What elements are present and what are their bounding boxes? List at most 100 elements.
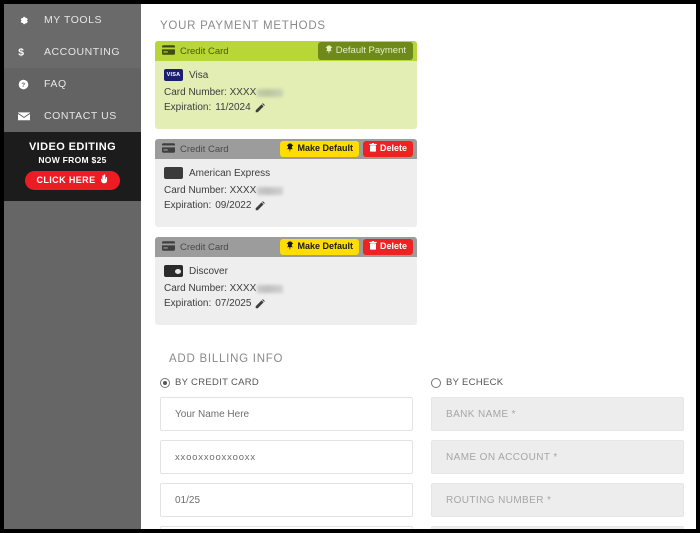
routing-number-input[interactable]: ROUTING NUMBER *	[431, 483, 684, 517]
card-number-row: Card Number: XXXX	[164, 281, 408, 296]
credit-card-icon	[162, 42, 175, 60]
sidebar-nav: MY TOOLS $ ACCOUNTING ? FAQ CONTACT US	[4, 4, 141, 132]
radio-echeck-label: BY ECHECK	[446, 377, 503, 388]
delete-label: Delete	[380, 144, 407, 153]
visa-logo-icon: VISA	[164, 69, 183, 81]
expiration-value: 07/2025	[215, 296, 251, 311]
promo-subtitle: NOW FROM $25	[10, 155, 135, 165]
sidebar-item-label: FAQ	[44, 78, 67, 90]
pin-icon	[325, 45, 333, 57]
default-payment-badge: Default Payment	[318, 42, 413, 61]
radio-credit-card-indicator	[160, 378, 170, 388]
echeck-column: BY ECHECK BANK NAME * NAME ON ACCOUNT * …	[431, 377, 684, 529]
expiration-label: Expiration:	[164, 296, 211, 311]
card-header-label: Credit Card	[180, 144, 280, 155]
radio-credit-card-label: BY CREDIT CARD	[175, 377, 259, 388]
radio-by-echeck[interactable]: BY ECHECK	[431, 377, 684, 388]
card-number-masked	[257, 187, 283, 195]
question-circle-icon: ?	[18, 79, 35, 90]
delete-button[interactable]: Delete	[363, 141, 413, 157]
make-default-button[interactable]: Make Default	[280, 239, 359, 255]
sidebar-item-accounting[interactable]: $ ACCOUNTING	[4, 36, 141, 68]
sidebar-item-label: MY TOOLS	[44, 14, 102, 26]
credit-card-icon	[162, 238, 175, 256]
expiration-value: 09/2022	[215, 198, 251, 213]
card-number-input[interactable]: xxooxxooxxooxx	[160, 440, 413, 474]
card-number-label: Card Number: XXXX	[164, 183, 256, 198]
expiration-label: Expiration:	[164, 198, 211, 213]
promo-click-here-button[interactable]: CLICK HERE	[25, 171, 119, 190]
sidebar-item-label: CONTACT US	[44, 110, 117, 122]
expiration-input[interactable]: 01/25	[160, 483, 413, 517]
hand-pointer-icon	[100, 174, 109, 186]
sidebar: MY TOOLS $ ACCOUNTING ? FAQ CONTACT US	[4, 4, 141, 529]
cvv-input[interactable]: 123	[160, 526, 413, 529]
make-default-button[interactable]: Make Default	[280, 141, 359, 157]
name-on-card-input[interactable]: Your Name Here	[160, 397, 413, 431]
card-header: Credit Card Make Default Delete	[155, 139, 417, 159]
edit-icon[interactable]	[255, 103, 265, 113]
pin-icon	[286, 143, 294, 154]
make-default-label: Make Default	[297, 144, 353, 153]
name-on-account-input[interactable]: NAME ON ACCOUNT *	[431, 440, 684, 474]
expiration-value: 11/2024	[215, 100, 250, 115]
card-number-label: Card Number: XXXX	[164, 281, 256, 296]
credit-card-icon	[162, 140, 175, 158]
radio-by-credit-card[interactable]: BY CREDIT CARD	[160, 377, 413, 388]
card-number-label: Card Number: XXXX	[164, 85, 256, 100]
card-brand-row: Discover	[164, 265, 408, 277]
main-content: YOUR PAYMENT METHODS Credit Card Default…	[141, 4, 696, 529]
promo-button-label: CLICK HERE	[36, 175, 95, 185]
dollar-icon: $	[18, 46, 35, 58]
edit-icon[interactable]	[255, 201, 265, 211]
trash-icon	[369, 143, 377, 154]
card-number-row: Card Number: XXXX	[164, 183, 408, 198]
make-default-label: Make Default	[297, 242, 353, 251]
card-header: Credit Card Default Payment	[155, 41, 417, 61]
envelope-icon	[18, 112, 35, 121]
card-expiration-row: Expiration: 09/2022	[164, 198, 408, 213]
app-window: MY TOOLS $ ACCOUNTING ? FAQ CONTACT US	[0, 0, 700, 533]
credit-card-column: BY CREDIT CARD Your Name Here xxooxxooxx…	[160, 377, 413, 529]
payment-method-card: Credit Card Default Payment VISA Visa	[155, 41, 417, 129]
sidebar-item-faq[interactable]: ? FAQ	[4, 68, 141, 100]
card-brand-name: American Express	[189, 168, 270, 179]
expiration-label: Expiration:	[164, 100, 211, 115]
delete-label: Delete	[380, 242, 407, 251]
page-title: YOUR PAYMENT METHODS	[160, 20, 684, 32]
edit-icon[interactable]	[255, 299, 265, 309]
trash-icon	[369, 241, 377, 252]
sidebar-item-label: ACCOUNTING	[44, 46, 120, 58]
sidebar-item-my-tools[interactable]: MY TOOLS	[4, 4, 141, 36]
card-expiration-row: Expiration: 11/2024	[164, 100, 408, 115]
card-number-row: Card Number: XXXX	[164, 85, 408, 100]
add-billing-info-section: ADD BILLING INFO BY CREDIT CARD Your Nam…	[155, 353, 684, 529]
default-payment-label: Default Payment	[336, 46, 406, 56]
radio-echeck-indicator	[431, 378, 441, 388]
billing-form: BY CREDIT CARD Your Name Here xxooxxooxx…	[160, 377, 684, 529]
card-brand-name: Visa	[189, 70, 208, 81]
sidebar-item-contact-us[interactable]: CONTACT US	[4, 100, 141, 132]
delete-button[interactable]: Delete	[363, 239, 413, 255]
payment-method-card: Credit Card Make Default Delete	[155, 237, 417, 325]
discover-logo-icon	[164, 265, 183, 277]
promo-banner[interactable]: VIDEO EDITING NOW FROM $25 CLICK HERE	[4, 132, 141, 201]
svg-text:?: ?	[21, 81, 25, 88]
card-body: Discover Card Number: XXXX Expiration: 0…	[155, 257, 417, 325]
bank-name-input[interactable]: BANK NAME *	[431, 397, 684, 431]
svg-text:$: $	[18, 47, 24, 58]
card-header-label: Credit Card	[180, 242, 280, 253]
amex-logo-icon	[164, 167, 183, 179]
account-number-input[interactable]: ACCOUNT NUMBER *	[431, 526, 684, 529]
card-number-masked	[257, 285, 283, 293]
promo-title: VIDEO EDITING	[10, 141, 135, 153]
card-brand-row: VISA Visa	[164, 69, 408, 81]
card-header-label: Credit Card	[180, 46, 318, 57]
card-body: VISA Visa Card Number: XXXX Expiration: …	[155, 61, 417, 129]
card-expiration-row: Expiration: 07/2025	[164, 296, 408, 311]
billing-section-title: ADD BILLING INFO	[160, 353, 684, 365]
card-body: American Express Card Number: XXXX Expir…	[155, 159, 417, 227]
gear-icon	[18, 15, 35, 26]
card-header: Credit Card Make Default Delete	[155, 237, 417, 257]
card-brand-row: American Express	[164, 167, 408, 179]
